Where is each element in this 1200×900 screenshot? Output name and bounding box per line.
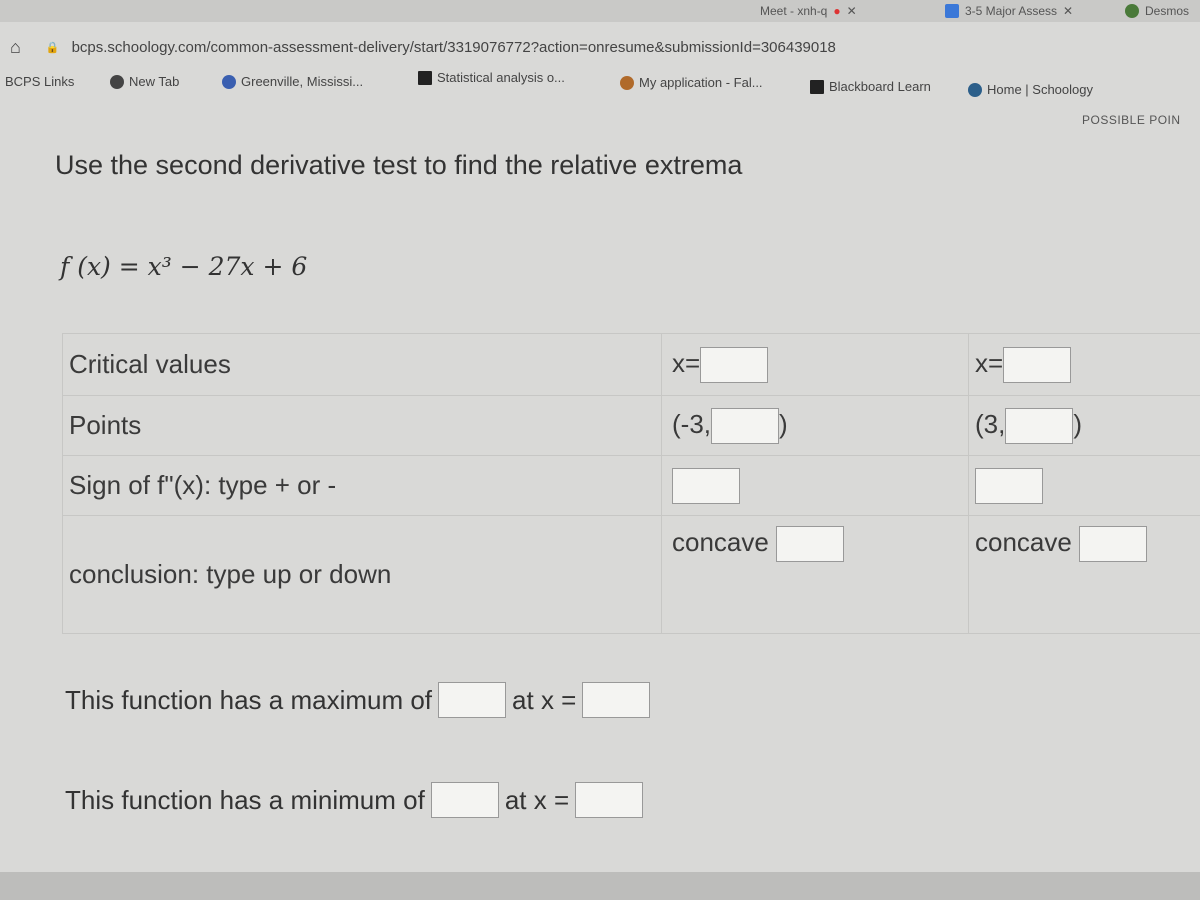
cell-prefix: x=: [672, 347, 701, 378]
critical-value-1-input[interactable]: [700, 346, 769, 383]
point-2-y-input[interactable]: [1005, 407, 1074, 444]
minimum-text: This function has a minimum of: [65, 784, 425, 815]
cell-prefix: concave: [672, 526, 769, 557]
tab-label: 3-5 Major Assess: [965, 4, 1058, 18]
close-icon[interactable]: ✕: [847, 3, 857, 19]
schoology-icon: [968, 82, 982, 97]
cell-suffix: ): [1073, 408, 1083, 439]
maximum-value-input[interactable]: [438, 682, 507, 718]
close-icon[interactable]: ✕: [1063, 3, 1073, 19]
cell-prefix: concave: [975, 526, 1072, 557]
bookmark-label: Home | Schoology: [987, 82, 1093, 97]
schoology-icon: [418, 70, 432, 85]
lock-icon: 🔒: [45, 41, 60, 54]
maximum-text: This function has a maximum of: [65, 684, 433, 715]
bookmark-label: New Tab: [129, 74, 180, 89]
site-icon: [222, 74, 236, 89]
cell-prefix: (-3,: [672, 408, 711, 439]
row-label: Points: [62, 395, 662, 456]
globe-icon: [110, 74, 124, 89]
table-row: Points (-3,) (3,): [62, 395, 1200, 456]
row-label: conclusion: type up or down: [62, 515, 662, 634]
address-bar: ⌂ 🔒 bcps.schoology.com/common-assessment…: [0, 30, 1200, 64]
taskbar: [0, 872, 1200, 900]
tab-assessment[interactable]: 3-5 Major Assess ✕: [945, 0, 1073, 22]
tab-label: Meet - xnh-q: [760, 4, 828, 18]
home-icon[interactable]: ⌂: [10, 37, 21, 58]
bookmark-blackboard[interactable]: Blackboard Learn: [810, 79, 931, 94]
table-row: conclusion: type up or down concave conc…: [62, 515, 1200, 634]
table-row: Sign of f"(x): type + or -: [62, 455, 1200, 516]
minimum-value-input[interactable]: [430, 782, 499, 818]
function-expression: f (x) = x³ − 27x + 6: [60, 252, 308, 281]
bookmark-label: BCPS Links: [5, 74, 75, 89]
tab-label: Desmos: [1145, 4, 1190, 18]
maximum-x-input[interactable]: [582, 682, 651, 718]
recording-icon: ●: [833, 4, 841, 18]
cell-prefix: x=: [975, 347, 1004, 378]
tab-bar: Meet - xnh-q ● ✕ 3-5 Major Assess ✕ Desmos: [0, 0, 1200, 22]
bookmark-label: Greenville, Mississi...: [241, 74, 364, 89]
cell-suffix: ): [779, 408, 788, 439]
extrema-table: Critical values x= x= Points (-3,) (3,) …: [62, 333, 1200, 634]
at-x-label: at x =: [504, 784, 570, 815]
question-prompt: Use the second derivative test to find t…: [55, 150, 743, 180]
minimum-x-input[interactable]: [575, 782, 644, 818]
concavity-1-input[interactable]: [776, 526, 845, 562]
row-label: Critical values: [62, 333, 662, 396]
point-1-y-input[interactable]: [711, 407, 779, 444]
bookmarks-bar: BCPS Links New Tab Greenville, Mississi.…: [0, 64, 1200, 104]
bookmark-bcps-links[interactable]: BCPS Links: [5, 74, 74, 89]
table-row: Critical values x= x=: [62, 333, 1200, 396]
tab-meet[interactable]: Meet - xnh-q ● ✕: [760, 0, 857, 22]
bookmark-label: My application - Fal...: [639, 75, 763, 90]
row-label: Sign of f"(x): type + or -: [62, 455, 662, 516]
possible-points: POSSIBLE POIN: [1082, 113, 1181, 127]
at-x-label: at x =: [512, 684, 577, 715]
url-field[interactable]: bcps.schoology.com/common-assessment-del…: [72, 39, 836, 56]
bookmark-new-tab[interactable]: New Tab: [110, 74, 179, 89]
tab-desmos[interactable]: Desmos: [1125, 0, 1189, 22]
app-icon: [620, 75, 634, 90]
bookmark-home-schoology[interactable]: Home | Schoology: [968, 82, 1093, 97]
bookmark-greenville[interactable]: Greenville, Mississi...: [222, 74, 363, 89]
bookmark-statistical[interactable]: Statistical analysis o...: [418, 70, 565, 85]
concavity-2-input[interactable]: [1079, 526, 1148, 562]
blackboard-icon: [810, 79, 824, 94]
sign-2-input[interactable]: [975, 467, 1043, 504]
bookmark-my-application[interactable]: My application - Fal...: [620, 75, 763, 90]
docs-icon: [945, 4, 959, 18]
bookmark-label: Statistical analysis o...: [437, 70, 565, 85]
critical-value-2-input[interactable]: [1003, 346, 1072, 383]
bookmark-label: Blackboard Learn: [829, 79, 931, 94]
sign-1-input[interactable]: [672, 467, 740, 504]
cell-prefix: (3,: [975, 408, 1006, 439]
desmos-icon: [1125, 4, 1139, 18]
minimum-line: This function has a minimum of at x =: [65, 782, 644, 818]
maximum-line: This function has a maximum of at x =: [65, 682, 651, 718]
